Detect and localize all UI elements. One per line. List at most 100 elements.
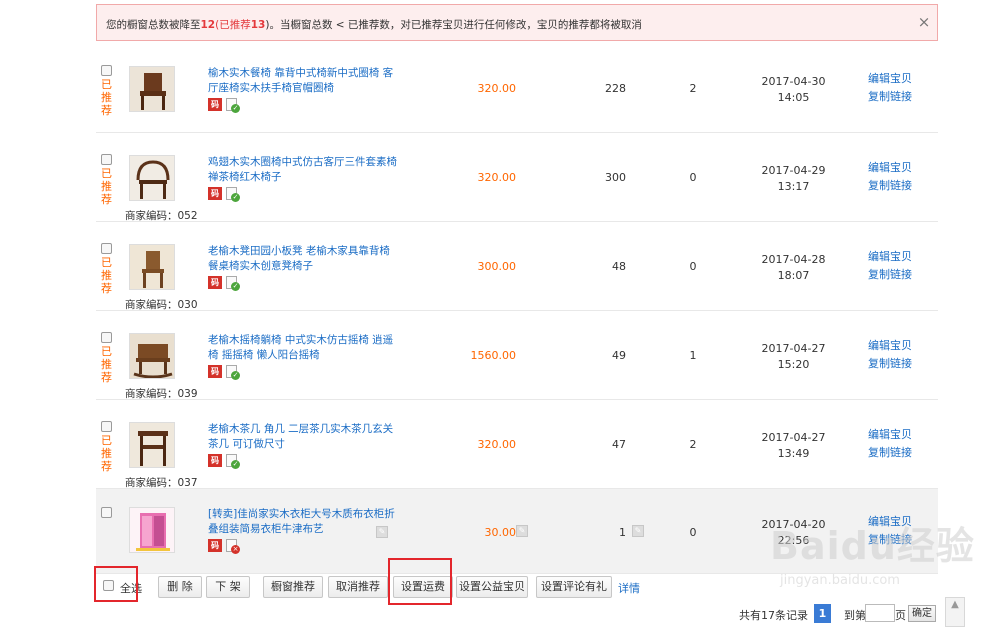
listing-date: 2017-04-20 22:56 (756, 517, 831, 549)
code-badge-icon[interactable]: 码 (208, 276, 222, 289)
row-checkbox[interactable] (101, 421, 112, 432)
stock: 228 (605, 82, 626, 95)
document-ok-icon[interactable]: ✓ (226, 187, 240, 202)
row-checkbox[interactable] (101, 65, 112, 76)
price: 30.00 (484, 526, 517, 539)
offline-button[interactable]: 下 架 (206, 576, 250, 598)
edit-item-link[interactable]: 编辑宝贝 (868, 513, 912, 531)
document-ok-icon[interactable]: ✓ (226, 454, 240, 469)
price: 320.00 (477, 438, 517, 451)
edit-item-link[interactable]: 编辑宝贝 (868, 159, 912, 177)
total-records: 共有17条记录 (739, 609, 808, 622)
item-list: 已推荐 榆木实木餐椅 靠背中式椅新中式圈椅 客厅座椅实木扶手椅官帽圈椅 码 ✓ 3… (96, 44, 938, 574)
sales-count: 2 (689, 438, 697, 451)
alert-suffix: )。当橱窗总数 < 已推荐数，对已推荐宝贝进行任何修改，宝贝的推荐都将被取消 (265, 19, 642, 31)
product-thumbnail[interactable] (129, 333, 175, 379)
row-actions: 编辑宝贝 复制链接 (868, 159, 912, 195)
edit-price-icon[interactable]: ✎ (516, 525, 528, 537)
copy-link-link[interactable]: 复制链接 (868, 177, 912, 195)
product-title-link[interactable]: 鸡翅木实木圈椅中式仿古客厅三件套素椅禅茶椅红木椅子 (208, 155, 398, 185)
code-badge-icon[interactable]: 码 (208, 365, 222, 378)
alert-total: 12 (200, 19, 216, 31)
bulk-action-toolbar: 全选 删 除 下 架 橱窗推荐 取消推荐 设置运费 设置公益宝贝 设置评论有礼 … (96, 573, 938, 601)
table-row: [转卖]佳尚家实木衣柜大号木质布衣柜折叠组装简易衣柜牛津布艺 ✎ 码 × 30.0… (96, 489, 938, 574)
price: 1560.00 (470, 349, 517, 362)
copy-link-link[interactable]: 复制链接 (868, 444, 912, 462)
set-shipping-button[interactable]: 设置运费 (393, 576, 453, 598)
page-number-input[interactable] (865, 604, 895, 622)
document-error-icon[interactable]: × (226, 539, 240, 554)
pagination: 共有17条记录 1 到第 页 确定 (96, 603, 938, 625)
window-recommend-button[interactable]: 橱窗推荐 (263, 576, 323, 598)
document-ok-icon[interactable]: ✓ (226, 365, 240, 380)
goto-label: 到第 (844, 609, 866, 622)
status-icons: 码 ✓ (208, 365, 240, 380)
stool-image (130, 245, 174, 289)
close-icon[interactable]: × (915, 13, 933, 31)
merchant-code: 商家编码：039 (125, 388, 198, 400)
document-ok-icon[interactable]: ✓ (226, 98, 240, 113)
copy-link-link[interactable]: 复制链接 (868, 88, 912, 106)
copy-link-link[interactable]: 复制链接 (868, 531, 912, 549)
copy-link-link[interactable]: 复制链接 (868, 355, 912, 373)
page-current[interactable]: 1 (814, 604, 831, 623)
recommended-label: 已推荐 (101, 167, 112, 206)
code-badge-icon[interactable]: 码 (208, 454, 222, 467)
code-badge-icon[interactable]: 码 (208, 187, 222, 200)
detail-link[interactable]: 详情 (618, 580, 640, 596)
stock: 49 (612, 349, 626, 362)
product-title-link[interactable]: 榆木实木餐椅 靠背中式椅新中式圈椅 客厅座椅实木扶手椅官帽圈椅 (208, 66, 398, 96)
cancel-recommend-button[interactable]: 取消推荐 (328, 576, 388, 598)
set-charity-button[interactable]: 设置公益宝贝 (456, 576, 528, 598)
code-badge-icon[interactable]: 码 (208, 539, 222, 552)
date-text: 2017-04-30 (761, 75, 826, 88)
table-row: 已推荐 商家编码：039 老榆木摇椅躺椅 中式实木仿古摇椅 逍遥椅 摇摇椅 懒人… (96, 311, 938, 400)
stock: 1 (619, 526, 626, 539)
recommended-label: 已推荐 (101, 78, 112, 117)
edit-stock-icon[interactable]: ✎ (632, 525, 644, 537)
confirm-button[interactable]: 确定 (908, 605, 936, 622)
product-title-link[interactable]: 老榆木摇椅躺椅 中式实木仿古摇椅 逍遥椅 摇摇椅 懒人阳台摇椅 (208, 333, 398, 363)
row-checkbox[interactable] (101, 243, 112, 254)
edit-title-icon[interactable]: ✎ (376, 526, 388, 538)
document-ok-icon[interactable]: ✓ (226, 276, 240, 291)
product-title-link[interactable]: [转卖]佳尚家实木衣柜大号木质布衣柜折叠组装简易衣柜牛津布艺 (208, 507, 398, 537)
row-actions: 编辑宝贝 复制链接 (868, 513, 912, 549)
product-thumbnail[interactable] (129, 422, 175, 468)
row-checkbox[interactable] (101, 332, 112, 343)
select-all-label[interactable]: 全选 (120, 580, 142, 596)
price: 320.00 (477, 82, 517, 95)
set-review-gift-button[interactable]: 设置评论有礼 (536, 576, 612, 598)
tea-table-image (130, 423, 174, 467)
listing-date: 2017-04-29 13:17 (756, 163, 831, 195)
edit-item-link[interactable]: 编辑宝贝 (868, 248, 912, 266)
price: 300.00 (477, 260, 517, 273)
page-unit-label: 页 (895, 609, 906, 622)
status-icons: 码 ✓ (208, 187, 240, 202)
delete-button[interactable]: 删 除 (158, 576, 202, 598)
product-title-link[interactable]: 老榆木凳田园小板凳 老榆木家具靠背椅餐桌椅实木创意凳椅子 (208, 244, 398, 274)
edit-item-link[interactable]: 编辑宝贝 (868, 426, 912, 444)
date-text: 2017-04-20 (761, 518, 826, 531)
product-thumbnail[interactable] (129, 66, 175, 112)
row-checkbox[interactable] (101, 507, 112, 518)
wardrobe-image (130, 508, 174, 552)
product-title-link[interactable]: 老榆木茶几 角几 二层茶几实木茶几玄关茶几 可订做尺寸 (208, 422, 398, 452)
select-all-checkbox[interactable] (103, 580, 114, 591)
status-icons: 码 × (208, 539, 240, 554)
edit-item-link[interactable]: 编辑宝贝 (868, 337, 912, 355)
product-thumbnail[interactable] (129, 507, 175, 553)
row-checkbox[interactable] (101, 154, 112, 165)
product-thumbnail[interactable] (129, 155, 175, 201)
chair-image (130, 67, 174, 111)
edit-item-link[interactable]: 编辑宝贝 (868, 70, 912, 88)
back-to-top-icon[interactable]: ▲ (945, 597, 965, 627)
product-thumbnail[interactable] (129, 244, 175, 290)
time-text: 14:05 (777, 91, 810, 104)
merchant-code: 商家编码：037 (125, 477, 198, 489)
alert-message: 您的橱窗总数被降至12(已推荐13)。当橱窗总数 < 已推荐数，对已推荐宝贝进行… (106, 17, 642, 32)
recommended-label: 已推荐 (101, 434, 112, 473)
code-badge-icon[interactable]: 码 (208, 98, 222, 111)
stock: 48 (612, 260, 626, 273)
copy-link-link[interactable]: 复制链接 (868, 266, 912, 284)
